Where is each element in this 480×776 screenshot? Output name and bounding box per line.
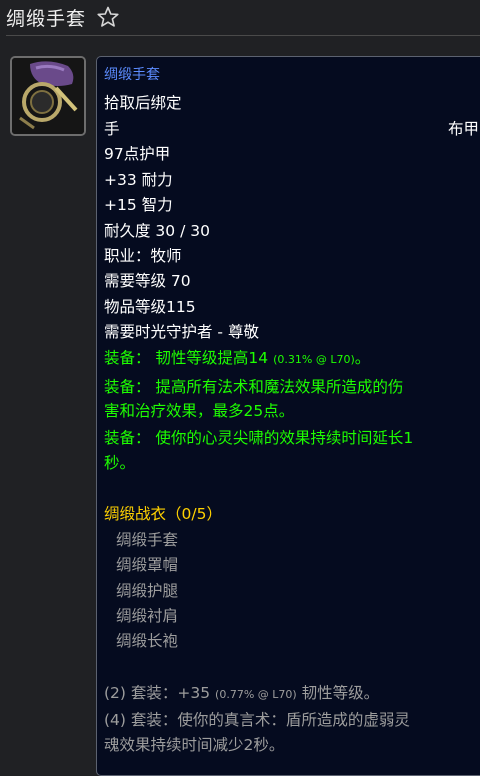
star-outline-icon[interactable] — [96, 5, 120, 29]
set-piece: 绸缎护腿 — [116, 582, 179, 600]
set-title: 绸缎战衣（0/5） — [104, 505, 222, 523]
equip-psychic-scream-line1: 装备： 使你的心灵尖啸的效果持续时间延长1 — [104, 429, 414, 447]
equip-resilience-note: (0.31% @ L70) — [273, 353, 355, 366]
equip-spell-power-line2: 害和治疗效果，最多25点。 — [104, 402, 295, 420]
equip-psychic-scream-line2: 秒。 — [104, 454, 136, 472]
set-bonus-4-line2: 魂效果持续时间减少2秒。 — [104, 736, 285, 754]
item-level: 物品等级115 — [104, 298, 196, 316]
equip-resilience: 装备： 韧性等级提高14 (0.31% @ L70)。 — [104, 347, 370, 371]
item-required-level: 需要等级 70 — [104, 272, 191, 290]
item-class: 职业：牧师 — [104, 247, 182, 265]
set-piece: 绸缎罩帽 — [116, 556, 179, 574]
set-bonus-2-text: (2) 套装：+35 — [104, 684, 211, 702]
header-divider — [6, 35, 480, 36]
set-bonus-2: (2) 套装：+35 (0.77% @ L70) 韧性等级。 — [104, 682, 379, 706]
equip-spell-power-line1: 装备： 提高所有法术和魔法效果所造成的伤 — [104, 378, 404, 396]
item-durability: 耐久度 30 / 30 — [104, 222, 210, 240]
equip-resilience-end: 。 — [354, 349, 371, 367]
set-bonus-2-note: (0.77% @ L70) — [215, 688, 297, 701]
set-piece: 绸缎长袍 — [116, 632, 179, 650]
item-icon[interactable] — [10, 56, 86, 136]
glove-icon — [12, 58, 84, 134]
item-bind: 拾取后绑定 — [104, 94, 182, 112]
item-armor: 97点护甲 — [104, 145, 171, 163]
item-name: 绸缎手套 — [104, 67, 160, 83]
set-piece: 绸缎衬肩 — [116, 607, 179, 625]
equip-resilience-text: 装备： 韧性等级提高14 — [104, 349, 269, 367]
set-bonus-2-end: 韧性等级。 — [301, 684, 380, 702]
page-title: 绸缎手套 — [6, 7, 87, 30]
item-intellect: +15 智力 — [104, 196, 173, 214]
set-piece: 绸缎手套 — [116, 531, 179, 549]
item-armor-type: 布甲 — [448, 120, 480, 138]
set-bonus-4-line1: (4) 套装：使你的真言术：盾所造成的虚弱灵 — [104, 711, 410, 729]
item-slot: 手 — [104, 120, 120, 138]
item-reputation: 需要时光守护者 - 尊敬 — [104, 323, 259, 341]
item-stamina: +33 耐力 — [104, 171, 173, 189]
page-header: 绸缎手套 — [0, 0, 480, 34]
